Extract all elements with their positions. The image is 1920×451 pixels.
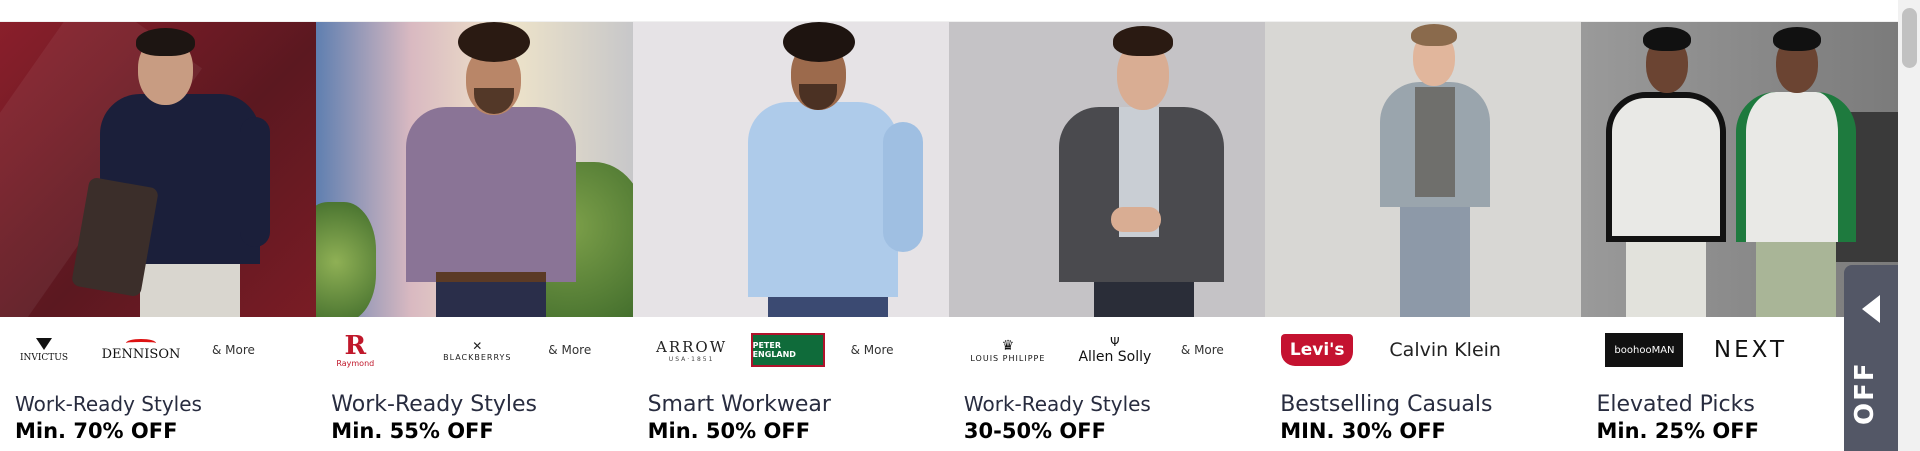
offer-banner-row: INVICTUS DENNISON & More Work-Ready Styl… [0, 22, 1898, 451]
more-brands-link[interactable]: & More [1181, 343, 1224, 357]
offer-title: Work-Ready Styles [331, 392, 537, 417]
calvin-klein-logo: Calvin Klein [1389, 339, 1501, 361]
brand-logos-5: Levi's Calvin Klein [1279, 322, 1569, 378]
offer-title: Smart Workwear [647, 392, 831, 417]
offer-discount: 30-50% OFF [963, 419, 1106, 443]
arrow-logo: ARROW USA·1851 [656, 337, 728, 363]
offer-card-5[interactable]: Levi's Calvin Klein Bestselling Casuals … [1265, 22, 1582, 451]
offer-discount: Min. 55% OFF [331, 419, 494, 443]
offer-title: Elevated Picks [1596, 392, 1755, 417]
scrollbar-thumb[interactable] [1902, 8, 1917, 68]
offer-title: Bestselling Casuals [1280, 392, 1493, 417]
offer-title: Work-Ready Styles [963, 392, 1151, 416]
model-figure [60, 22, 270, 317]
offer-title: Work-Ready Styles [15, 392, 202, 416]
brand-logos-4: ♛ LOUIS PHILIPPE Ψ Allen Solly & More [963, 322, 1253, 378]
brand-logos-1: INVICTUS DENNISON & More [14, 322, 304, 378]
offer-card-4[interactable]: ♛ LOUIS PHILIPPE Ψ Allen Solly & More Wo… [948, 22, 1266, 451]
offer-card-3[interactable]: ARROW USA·1851 PETER ENGLAND & More Smar… [632, 22, 949, 451]
model-figure [1731, 22, 1861, 317]
offer-image-3[interactable] [632, 22, 949, 317]
dennison-logo: DENNISON [96, 338, 186, 362]
more-brands-link[interactable]: & More [212, 343, 255, 357]
model-figure [723, 22, 923, 317]
louis-philippe-logo: ♛ LOUIS PHILIPPE [970, 337, 1046, 363]
offers-side-tab[interactable]: OFF [1844, 265, 1898, 451]
model-figure [1039, 22, 1239, 317]
peter-england-logo: PETER ENGLAND [750, 333, 825, 367]
levis-logo: Levi's [1281, 334, 1354, 366]
brand-logos-2: R Raymond ✕ BLACKBERRYS & More [330, 322, 620, 378]
invictus-logo: INVICTUS [14, 337, 74, 363]
boohooman-logo: boohooMAN [1605, 333, 1684, 367]
side-tab-label: OFF [1850, 361, 1880, 425]
blackberrys-logo: ✕ BLACKBERRYS [443, 338, 512, 362]
more-brands-link[interactable]: & More [851, 343, 894, 357]
offer-card-2[interactable]: R Raymond ✕ BLACKBERRYS & More Work-Read… [316, 22, 633, 451]
model-figure [1365, 22, 1505, 317]
offer-image-4[interactable] [948, 22, 1266, 317]
offer-discount: MIN. 30% OFF [1280, 419, 1446, 443]
offer-discount: Min. 50% OFF [647, 419, 811, 443]
top-header-strip [0, 0, 1898, 22]
offer-image-5[interactable] [1265, 22, 1582, 317]
next-logo: NEXT [1713, 337, 1788, 363]
allen-solly-logo: Ψ Allen Solly [1078, 335, 1152, 365]
offer-card-1[interactable]: INVICTUS DENNISON & More Work-Ready Styl… [0, 22, 317, 451]
raymond-logo: R Raymond [336, 330, 375, 368]
offer-image-2[interactable] [316, 22, 633, 317]
more-brands-link[interactable]: & More [548, 343, 591, 357]
brand-logos-3: ARROW USA·1851 PETER ENGLAND & More [647, 322, 937, 378]
offer-discount: Min. 70% OFF [15, 419, 178, 443]
model-figure [386, 22, 586, 317]
offer-image-1[interactable] [0, 22, 317, 317]
page-scrollbar[interactable] [1898, 0, 1920, 451]
model-figure [1601, 22, 1731, 317]
brand-logos-6: boohooMAN NEXT [1595, 322, 1885, 378]
offer-discount: Min. 25% OFF [1596, 419, 1759, 443]
